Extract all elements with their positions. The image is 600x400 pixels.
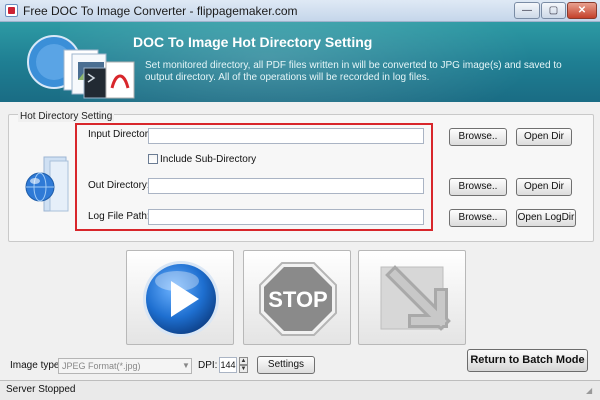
header-banner: DOC To Image Hot Directory Setting Set m… (0, 22, 600, 102)
globe-folder-icon (25, 156, 69, 212)
stop-button[interactable]: STOP (243, 250, 351, 345)
browse-out-button[interactable]: Browse.. (449, 178, 507, 196)
input-directory-label: Input Directory: (88, 129, 156, 140)
open-out-dir-button[interactable]: Open Dir (516, 178, 572, 196)
return-to-batch-mode-button[interactable]: Return to Batch Mode (467, 349, 588, 372)
export-button[interactable] (358, 250, 466, 345)
include-sub-directory-checkbox[interactable] (148, 154, 158, 164)
stop-text: STOP (268, 287, 328, 312)
image-type-select[interactable]: JPEG Format(*.jpg) (58, 358, 192, 374)
close-button[interactable]: ✕ (567, 2, 597, 19)
status-bar: Server Stopped (0, 380, 600, 400)
dpi-up-icon[interactable]: ▲ (239, 357, 248, 365)
log-file-path-label: Log File Path: (88, 211, 150, 222)
open-log-dir-button[interactable]: Open LogDir (516, 209, 576, 227)
dpi-label: DPI: (198, 360, 218, 371)
out-directory-field[interactable] (148, 178, 424, 194)
banner-title: DOC To Image Hot Directory Setting (133, 34, 373, 50)
title-bar: Free DOC To Image Converter - flippagema… (0, 0, 600, 22)
image-type-label: Image type: (10, 360, 63, 371)
stop-sign-icon: STOP (259, 262, 337, 336)
chevron-down-icon: ▼ (182, 361, 190, 370)
settings-button[interactable]: Settings (257, 356, 315, 374)
out-directory-label: Out Directory: (88, 180, 150, 191)
browse-input-button[interactable]: Browse.. (449, 128, 507, 146)
input-directory-field[interactable] (148, 128, 424, 144)
play-icon (143, 261, 219, 337)
group-label: Hot Directory Setting (18, 111, 115, 122)
log-file-path-field[interactable] (148, 209, 424, 225)
maximize-button[interactable]: ▢ (541, 2, 566, 19)
resize-grip-icon[interactable]: ◢ (586, 386, 596, 396)
arrow-down-right-icon (380, 265, 451, 331)
dpi-down-icon[interactable]: ▼ (239, 365, 248, 373)
minimize-button[interactable]: — (514, 2, 540, 19)
status-text: Server Stopped (6, 384, 76, 395)
window-title: Free DOC To Image Converter - flippagema… (23, 4, 298, 18)
browse-log-button[interactable]: Browse.. (449, 209, 507, 227)
include-sub-directory-label: Include Sub-Directory (160, 154, 257, 165)
start-button[interactable] (126, 250, 234, 345)
open-input-dir-button[interactable]: Open Dir (516, 128, 572, 146)
documents-stack-icon (27, 35, 135, 99)
app-icon (5, 4, 18, 17)
dpi-input[interactable]: 144 (219, 357, 237, 373)
banner-description: Set monitored directory, all PDF files w… (145, 60, 562, 83)
